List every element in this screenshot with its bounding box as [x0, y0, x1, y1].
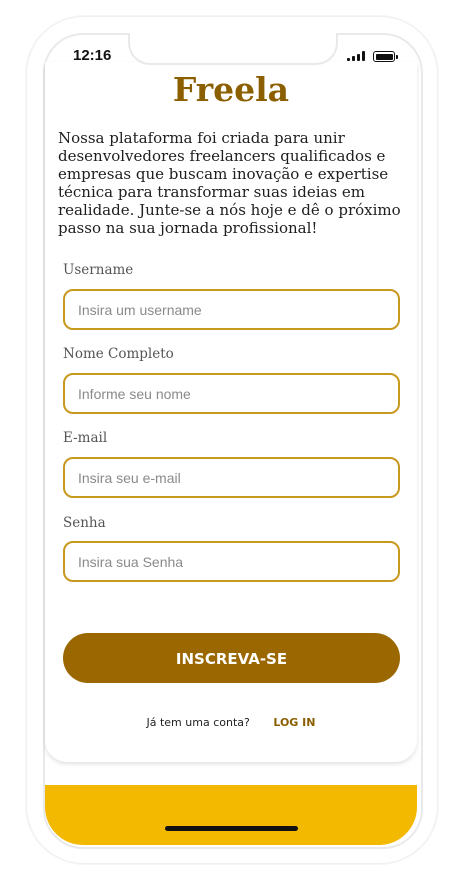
signal-icon	[347, 51, 365, 61]
login-question: Já tem uma conta?	[146, 716, 250, 729]
footer-band	[45, 785, 417, 845]
password-input[interactable]	[63, 541, 400, 582]
username-label: Username	[63, 262, 134, 278]
email-label: E-mail	[63, 430, 108, 446]
full-name-input[interactable]	[63, 373, 400, 414]
email-input[interactable]	[63, 457, 400, 498]
login-link[interactable]: LOG IN	[273, 716, 315, 729]
signup-button[interactable]: INSCREVA-SE	[63, 633, 400, 683]
phone-notch	[128, 33, 338, 65]
username-input[interactable]	[63, 289, 400, 330]
intro-text: Nossa plataforma foi criada para unir de…	[58, 129, 401, 237]
status-time: 12:16	[73, 47, 112, 64]
brand-title: Freela	[172, 70, 290, 109]
battery-icon	[373, 51, 398, 62]
full-name-label: Nome Completo	[63, 346, 174, 362]
login-row: Já tem uma conta? LOG IN	[0, 716, 462, 729]
home-indicator[interactable]	[165, 826, 298, 831]
password-label: Senha	[63, 515, 106, 531]
